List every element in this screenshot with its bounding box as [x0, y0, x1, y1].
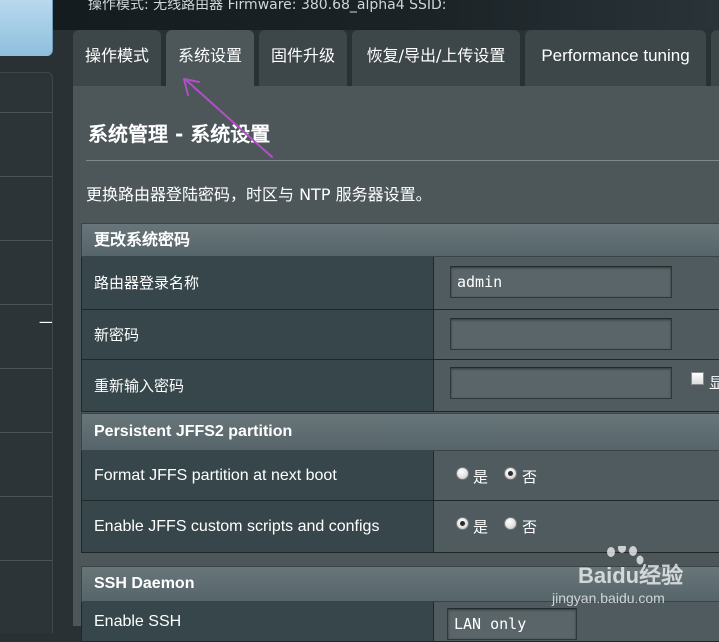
- watermark-brand: Baidu经验: [578, 563, 684, 588]
- annotation-arrow: [183, 78, 273, 158]
- watermark-url: jingyan.baidu.com: [552, 590, 665, 606]
